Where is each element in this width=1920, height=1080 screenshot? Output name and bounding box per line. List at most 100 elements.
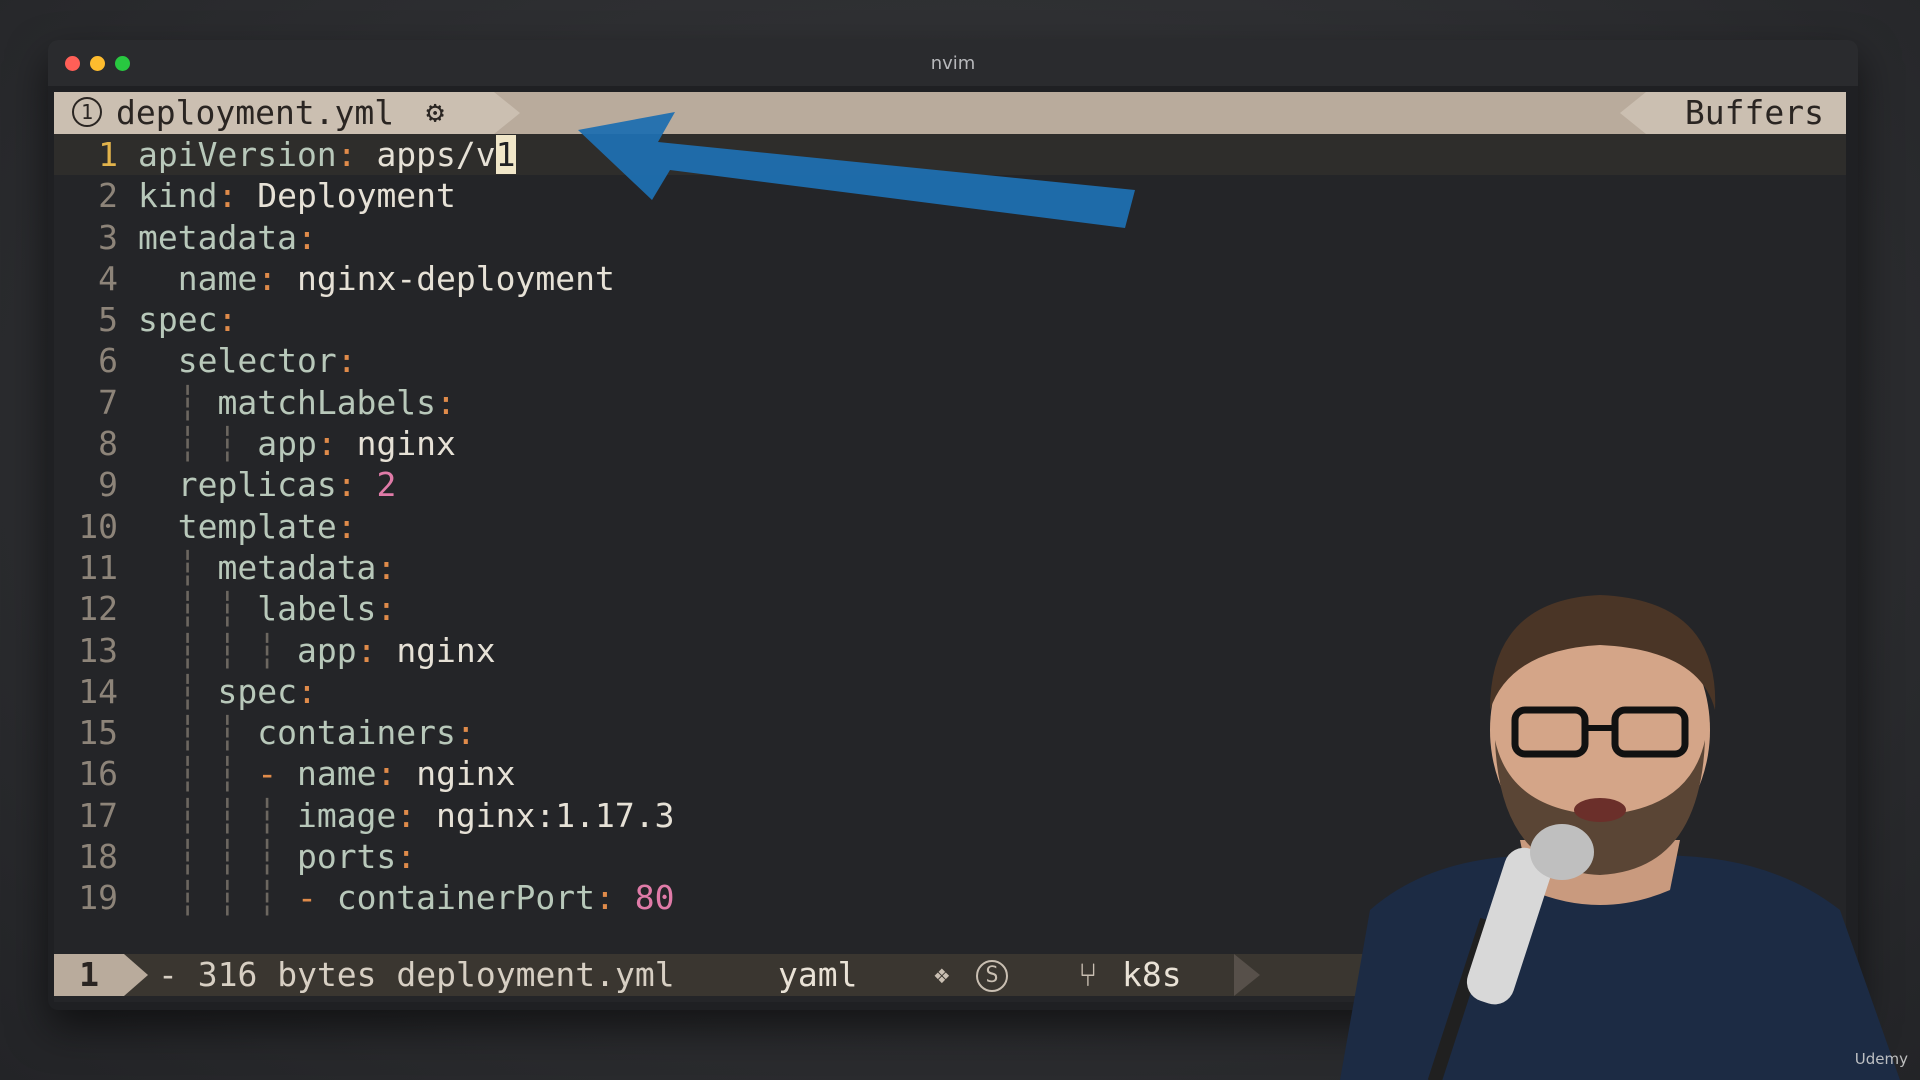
indent: ┆ ┆ - — [138, 754, 297, 793]
yaml-key: metadata — [217, 547, 377, 587]
line-number: 10 — [78, 506, 118, 546]
annotation-arrow — [578, 112, 1135, 228]
line-number: 12 — [78, 589, 118, 629]
indent: ┆ — [138, 548, 217, 587]
yaml-key: containers — [257, 713, 456, 753]
yaml-colon: : — [336, 135, 357, 174]
arrow-shape — [578, 112, 1135, 228]
indent-guide — [317, 878, 337, 917]
line-number: 16 — [78, 754, 118, 794]
indent: ┆ ┆ — [138, 589, 257, 628]
line-text: ┆ ┆ ┆ ports: — [138, 836, 416, 877]
yaml-value: nginx — [396, 630, 496, 670]
indent-guide — [138, 341, 178, 380]
yaml-key: spec — [138, 300, 218, 340]
line-number: 8 — [98, 424, 118, 464]
yaml-colon: : — [316, 424, 337, 464]
yaml-key: name — [296, 754, 377, 794]
yaml-value: apps/v — [376, 135, 496, 174]
code-line[interactable]: 11 ┆ metadata: — [54, 547, 1846, 588]
yaml-key: image — [296, 795, 397, 835]
yaml-value: 2 — [376, 465, 397, 505]
yaml-value: Deployment — [257, 176, 456, 216]
indent: ┆ ┆ ┆ - — [138, 878, 337, 917]
yaml-key: metadata — [138, 217, 297, 257]
yaml-key: matchLabels — [217, 382, 437, 422]
yaml-value: nginx:1.17.3 — [436, 795, 675, 835]
yaml-colon: : — [455, 713, 476, 753]
yaml-colon: : — [336, 506, 357, 546]
indent-guide: ┆ ┆ — [138, 713, 258, 753]
yaml-key: containerPort — [336, 878, 595, 918]
line-number: 11 — [78, 547, 118, 587]
yaml-colon: : — [336, 341, 357, 381]
indent-guide: ┆ ┆ — [138, 589, 258, 629]
indent-guide: ┆ ┆ ┆ — [138, 878, 297, 918]
indent-guide — [138, 259, 178, 298]
line-number: 3 — [98, 217, 118, 257]
indent-guide: ┆ — [138, 547, 218, 587]
code-line[interactable]: 6 selector: — [54, 340, 1846, 381]
tab-deployment-yml[interactable]: 1 deployment.yml ⚙ — [54, 92, 494, 134]
line-text: selector: — [138, 340, 357, 381]
line-text: template: — [138, 506, 357, 547]
line-text: ┆ metadata: — [138, 547, 397, 588]
branch-separator — [1234, 954, 1260, 996]
indent-guide: ┆ — [138, 671, 218, 711]
list-dash: - — [257, 754, 278, 794]
yaml-colon: : — [257, 258, 278, 298]
yaml-colon: : — [217, 176, 238, 216]
status-mode: 1 — [54, 954, 124, 996]
yaml-key: template — [177, 506, 337, 546]
yaml-colon: : — [296, 217, 317, 257]
line-text: ┆ ┆ labels: — [138, 588, 397, 629]
indent-guide: ┆ ┆ — [138, 754, 258, 794]
yaml-colon: : — [594, 878, 615, 918]
indent-guide: ┆ ┆ ┆ — [138, 630, 297, 670]
git-branch-icon: ⑂ — [1078, 955, 1098, 994]
line-text: metadata: — [138, 217, 317, 258]
code-line[interactable]: 10 template: — [54, 506, 1846, 547]
line-text: replicas: 2 — [138, 464, 397, 505]
yaml-value: nginx — [416, 754, 516, 794]
line-number: 18 — [78, 837, 118, 877]
s-badge-icon: S — [976, 960, 1008, 992]
yaml-key: apiVersion — [138, 135, 337, 174]
presenter-webcam — [1340, 595, 1900, 1080]
line-number: 4 — [98, 258, 118, 298]
code-line[interactable]: 9 replicas: 2 — [54, 464, 1846, 505]
code-line[interactable]: 8 ┆ ┆ app: nginx — [54, 423, 1846, 464]
line-text: kind: Deployment — [138, 175, 456, 216]
line-text: ┆ matchLabels: — [138, 382, 456, 423]
yaml-colon: : — [296, 671, 317, 711]
indent — [138, 341, 178, 380]
line-number: 9 — [98, 465, 118, 505]
yaml-key: app — [296, 630, 357, 670]
tab-number: 1 — [72, 97, 102, 127]
code-line[interactable]: 7 ┆ matchLabels: — [54, 382, 1846, 423]
file-info: - 316 bytes deployment.yml — [158, 955, 675, 994]
line-number: 13 — [78, 630, 118, 670]
indent-guide — [138, 465, 178, 504]
line-number: 17 — [78, 795, 118, 835]
buffers-separator — [1620, 92, 1646, 134]
status-separator — [124, 954, 148, 996]
indent-guide — [277, 754, 297, 793]
filetype-label: yaml — [778, 955, 858, 994]
indent: ┆ ┆ — [138, 424, 257, 463]
line-number: 5 — [98, 300, 118, 340]
line-text: ┆ ┆ ┆ - containerPort: 80 — [138, 877, 675, 918]
indent — [138, 465, 178, 504]
line-number: 1 — [98, 135, 118, 174]
yaml-colon: : — [376, 547, 397, 587]
line-number: 6 — [98, 341, 118, 381]
yaml-colon: : — [376, 754, 397, 794]
text-cursor: 1 — [495, 135, 516, 174]
line-text: apiVersion: apps/v1 — [138, 134, 516, 175]
yaml-key: selector — [177, 341, 337, 381]
yaml-colon: : — [217, 300, 238, 340]
line-text: spec: — [138, 299, 237, 340]
indent: ┆ — [138, 672, 217, 711]
indent-guide: ┆ ┆ — [138, 424, 258, 464]
line-number: 7 — [98, 382, 118, 422]
